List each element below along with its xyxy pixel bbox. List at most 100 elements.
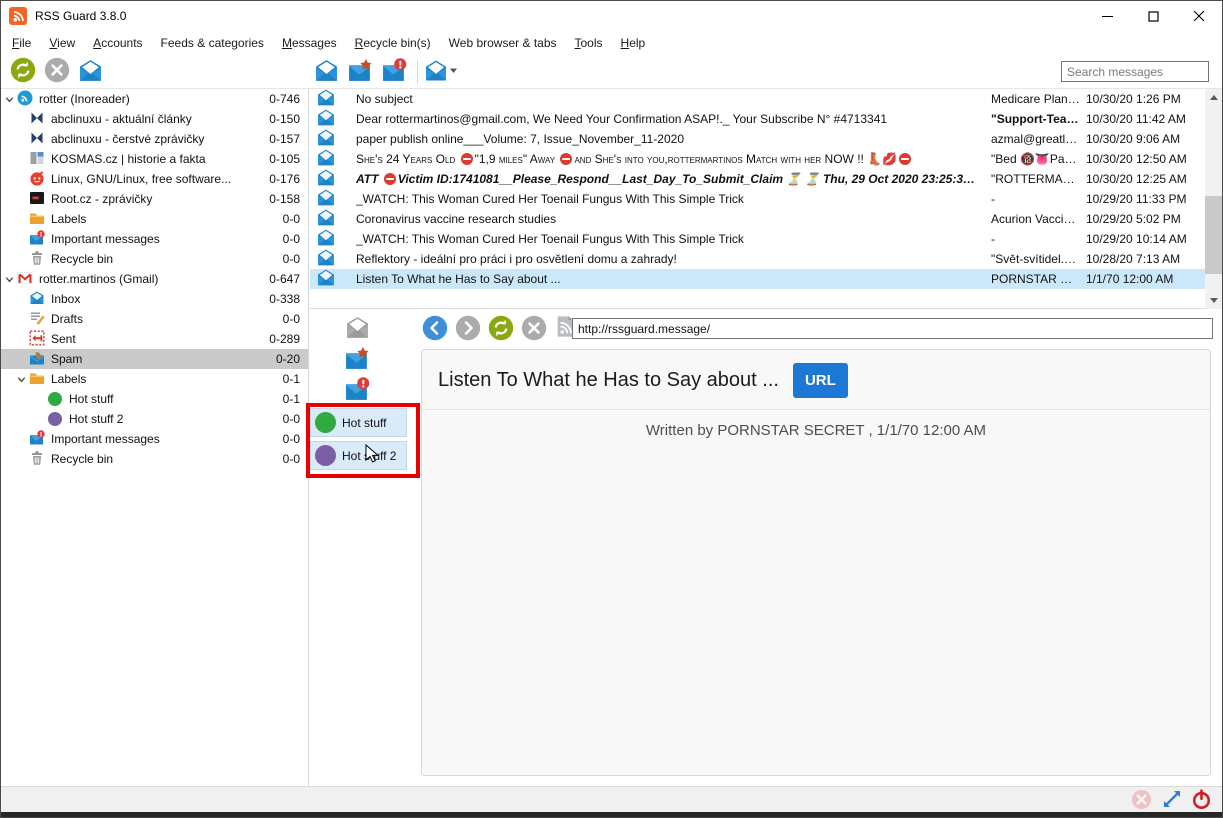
message-row[interactable]: Dear rottermartinos@gmail.com, We Need Y… — [310, 109, 1223, 129]
message-date: 10/29/20 5:02 PM — [1086, 212, 1223, 226]
gmail-icon — [17, 270, 33, 289]
unread-count: 0-0 — [283, 212, 300, 226]
sidebar-item-hot-stuff-2[interactable]: Hot stuff 2 0-0 — [1, 409, 308, 429]
feed-list: rotter (Inoreader) 0-746 abclinuxu - akt… — [1, 89, 309, 786]
menu-file[interactable]: File — [3, 33, 40, 53]
mark-starred-button[interactable] — [344, 347, 370, 373]
close-button[interactable] — [1176, 1, 1222, 31]
update-feeds-button[interactable] — [9, 58, 36, 85]
menu-help[interactable]: Help — [612, 33, 655, 53]
unread-count: 0-157 — [269, 132, 300, 146]
menu-messages[interactable]: Messages — [273, 33, 346, 53]
mark-read-dropdown-button[interactable] — [427, 58, 454, 85]
envelope-open-icon — [316, 128, 336, 150]
message-row[interactable]: No subject Medicare Plan <e... 10/30/20 … — [310, 89, 1223, 109]
unread-count: 0-20 — [276, 352, 300, 366]
sidebar-item-labels[interactable]: Labels 0-0 — [1, 209, 308, 229]
envelope-open-icon — [316, 248, 336, 270]
minimize-button[interactable] — [1084, 1, 1130, 31]
sidebar-item-sent[interactable]: Sent 0-289 — [1, 329, 308, 349]
message-row[interactable]: _WATCH: This Woman Cured Her Toenail Fun… — [310, 229, 1223, 249]
unread-count: 0-0 — [283, 432, 300, 446]
chevron-down-icon[interactable] — [1, 271, 17, 287]
unread-count: 0-338 — [269, 292, 300, 306]
messages-toolbar — [313, 54, 454, 89]
sidebar-item-rotter-martinos-gmail[interactable]: rotter.martinos (Gmail) 0-647 — [1, 269, 308, 289]
menu-recycle-bin-s[interactable]: Recycle bin(s) — [346, 33, 440, 53]
sidebar-item-spam[interactable]: Spam 0-20 — [1, 349, 308, 369]
label-color-icon — [315, 412, 336, 433]
reload-button[interactable] — [488, 315, 514, 341]
menu-view[interactable]: View — [40, 33, 84, 53]
mark-important-button[interactable] — [381, 58, 408, 85]
toolbar — [1, 54, 1222, 89]
message-subject: paper publish online___Volume: 7, Issue_… — [356, 132, 991, 146]
sidebar-item-recycle-bin[interactable]: Recycle bin 0-0 — [1, 249, 308, 269]
trash-icon — [29, 450, 45, 469]
menu-accounts[interactable]: Accounts — [84, 33, 151, 53]
label-chip-hot-stuff-2[interactable]: Hot stuff 2 — [310, 441, 407, 470]
mark-read-button[interactable] — [313, 58, 340, 85]
search-input[interactable] — [1061, 61, 1209, 82]
stop-update-button[interactable] — [43, 58, 70, 85]
sidebar-item-important-messages[interactable]: Important messages 0-0 — [1, 229, 308, 249]
message-row[interactable]: Listen To What he Has to Say about ... P… — [310, 269, 1223, 289]
mark-important-button[interactable] — [344, 378, 370, 404]
message-byline: Written by PORNSTAR SECRET , 1/1/70 12:0… — [422, 422, 1210, 439]
sidebar-item-rotter-inoreader[interactable]: rotter (Inoreader) 0-746 — [1, 89, 308, 109]
label-chip-hot-stuff[interactable]: Hot stuff — [310, 408, 407, 437]
menu-feeds-categories[interactable]: Feeds & categories — [152, 33, 273, 53]
url-input[interactable] — [572, 318, 1213, 339]
folder-icon — [29, 370, 45, 389]
chevron-down-icon[interactable] — [1, 91, 17, 107]
sidebar-item-labels[interactable]: Labels 0-1 — [1, 369, 308, 389]
fullscreen-button[interactable] — [1161, 790, 1182, 811]
sidebar-item-kosmas-cz-historie-a-fakta[interactable]: KOSMAS.cz | historie a fakta 0-105 — [1, 149, 308, 169]
message-author: Acurion Vaccine S... — [991, 212, 1086, 226]
sidebar-item-root-cz-zpr-vi-ky[interactable]: Root.cz - zprávičky 0-158 — [1, 189, 308, 209]
message-subject: ATT Victim ID:1741081__Please_Respond__L… — [356, 172, 991, 186]
unread-count: 0-158 — [269, 192, 300, 206]
power-button[interactable] — [1191, 790, 1212, 811]
message-row[interactable]: ATT Victim ID:1741081__Please_Respond__L… — [310, 169, 1223, 189]
message-subject: _WATCH: This Woman Cured Her Toenail Fun… — [356, 232, 991, 246]
message-subject: Listen To What he Has to Say about ... — [356, 272, 991, 286]
open-url-button[interactable]: URL — [793, 363, 848, 398]
scroll-up-icon[interactable] — [1205, 89, 1222, 106]
sidebar-item-recycle-bin[interactable]: Recycle bin 0-0 — [1, 449, 308, 469]
sidebar-item-inbox[interactable]: Inbox 0-338 — [1, 289, 308, 309]
message-date: 10/30/20 1:26 PM — [1086, 92, 1223, 106]
maximize-button[interactable] — [1130, 1, 1176, 31]
mark-read-button[interactable] — [344, 316, 370, 342]
scroll-down-icon[interactable] — [1205, 292, 1222, 309]
message-list-scrollbar[interactable] — [1205, 89, 1222, 309]
message-row[interactable]: _WATCH: This Woman Cured Her Toenail Fun… — [310, 189, 1223, 209]
message-row[interactable]: paper publish online___Volume: 7, Issue_… — [310, 129, 1223, 149]
sidebar-item-linux-gnu-linux-free-software[interactable]: Linux, GNU/Linux, free software... 0-176 — [1, 169, 308, 189]
mark-all-read-button[interactable] — [77, 58, 104, 85]
unread-count: 0-289 — [269, 332, 300, 346]
mark-starred-button[interactable] — [347, 58, 374, 85]
forward-button[interactable] — [455, 315, 481, 341]
no-entry-icon — [560, 153, 572, 165]
message-row[interactable]: She's 24 Years Old "1,9 miles" Away and … — [310, 149, 1223, 169]
back-button[interactable] — [422, 315, 448, 341]
sidebar-item-hot-stuff[interactable]: Hot stuff 0-1 — [1, 389, 308, 409]
label-color-icon — [315, 445, 336, 466]
envelope-open-gray-icon — [345, 315, 370, 343]
sidebar-item-abclinuxu-aktu-ln-l-nky[interactable]: abclinuxu - aktuální články 0-150 — [1, 109, 308, 129]
stop-button[interactable] — [521, 315, 547, 341]
close-disabled-button[interactable] — [1131, 790, 1152, 811]
message-date: 10/30/20 11:42 AM — [1086, 112, 1223, 126]
scrollbar-thumb[interactable] — [1205, 196, 1222, 274]
unread-count: 0-105 — [269, 152, 300, 166]
menu-tools[interactable]: Tools — [566, 33, 612, 53]
chevron-down-icon[interactable] — [13, 371, 29, 387]
sidebar-item-drafts[interactable]: Drafts 0-0 — [1, 309, 308, 329]
message-row[interactable]: Coronavirus vaccine research studies Acu… — [310, 209, 1223, 229]
sidebar-item-abclinuxu-erstv-zpr-vi-ky[interactable]: abclinuxu - čerstvé zprávičky 0-157 — [1, 129, 308, 149]
labels-popup: Hot stuff Hot stuff 2 — [310, 408, 407, 470]
menu-web-browser-tabs[interactable]: Web browser & tabs — [440, 33, 566, 53]
sidebar-item-important-messages[interactable]: Important messages 0-0 — [1, 429, 308, 449]
message-row[interactable]: Reflektory - ideální pro práci i pro osv… — [310, 249, 1223, 269]
